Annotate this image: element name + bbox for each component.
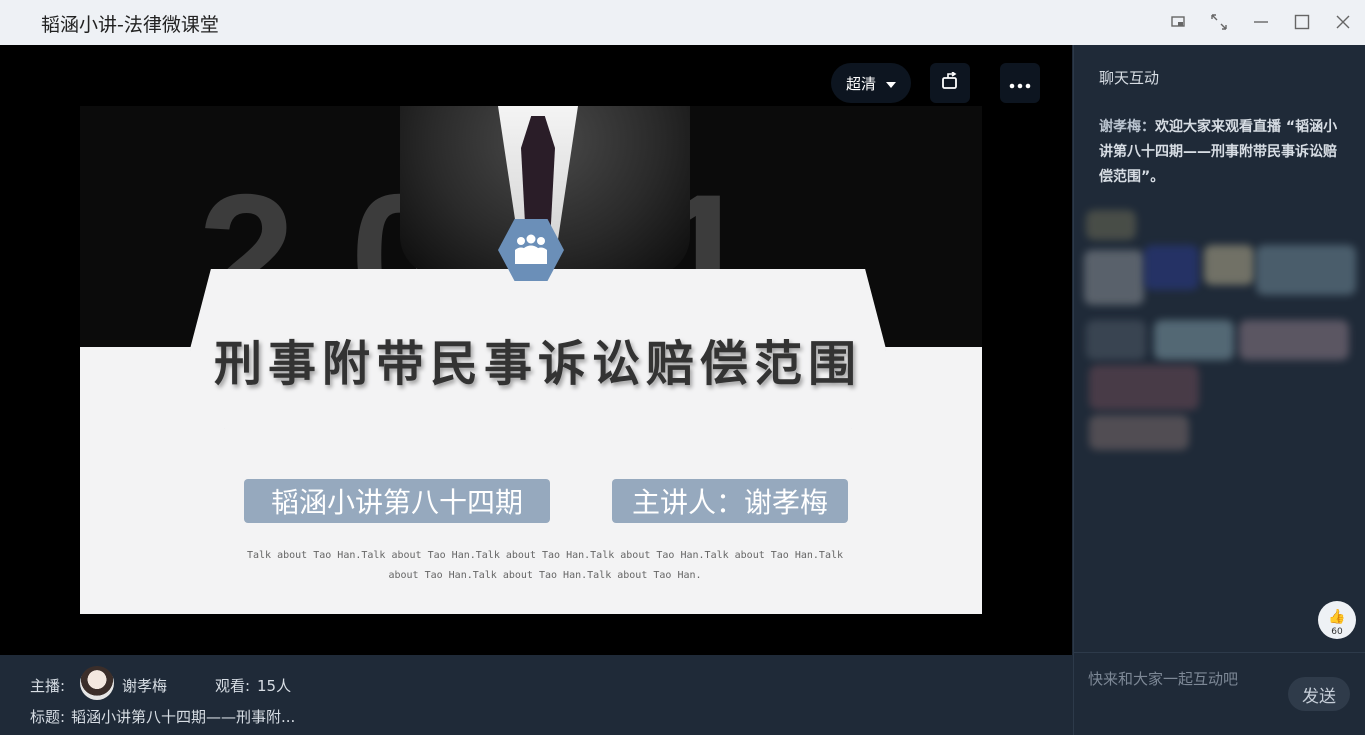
more-options-button[interactable] [1000, 63, 1040, 103]
obscured-chat-region [1089, 415, 1189, 450]
close-button[interactable] [1329, 9, 1357, 35]
title-label: 标题: [30, 708, 66, 726]
obscured-chat-region [1086, 320, 1146, 360]
obscured-chat-region [1239, 320, 1349, 360]
stream-info-bar: 主播: 谢孝梅 观看: 15人 标题: 韬涵小讲第八十四期——刑事附... [0, 655, 1072, 735]
speaker-badge: 主讲人：谢孝梅 [612, 479, 848, 523]
quality-selector[interactable]: 超清 [831, 63, 911, 103]
obscured-chat-region [1086, 210, 1136, 240]
obscured-chat-region [1144, 245, 1199, 290]
minimize-button[interactable] [1247, 9, 1275, 35]
chat-input[interactable]: 快来和大家一起互动吧 [1088, 668, 1238, 689]
like-button[interactable]: 👍 60 [1318, 601, 1356, 639]
chat-message: 谢孝梅：欢迎大家来观看直播 “韬涵小讲第八十四期——刑事附带民事诉讼赔偿范围”。 [1099, 115, 1349, 190]
obscured-chat-region [1256, 245, 1356, 295]
maximize-button[interactable] [1288, 9, 1316, 35]
like-count: 60 [1331, 627, 1343, 637]
viewers-label: 观看: [215, 677, 251, 695]
rotate-icon [940, 71, 960, 94]
expand-icon[interactable] [1205, 9, 1233, 35]
avatar[interactable] [80, 666, 114, 700]
obscured-chat-region [1089, 365, 1199, 410]
send-button[interactable]: 发送 [1288, 677, 1350, 711]
quality-label: 超清 [845, 74, 876, 93]
window-title: 韬涵小讲-法律微课堂 [41, 14, 219, 36]
title-bar: 韬涵小讲-法律微课堂 [0, 0, 1365, 45]
more-icon [1009, 74, 1031, 93]
pin-icon[interactable] [1164, 9, 1192, 35]
obscured-chat-region [1154, 320, 1234, 360]
host-name: 谢孝梅 [122, 677, 168, 695]
caret-down-icon [886, 74, 896, 92]
chat-header: 聊天互动 [1099, 69, 1160, 87]
slide-title: 刑事附带民事诉讼赔偿范围 [213, 336, 862, 392]
obscured-chat-region [1084, 250, 1144, 305]
obscured-chat-region [1204, 245, 1254, 285]
chat-message-author: 谢孝梅： [1099, 119, 1155, 135]
series-badge: 韬涵小讲第八十四期 [244, 479, 550, 523]
stream-title: 韬涵小讲第八十四期——刑事附... [71, 708, 296, 726]
thumbs-up-icon: 👍 [1328, 609, 1346, 625]
slide-tagline: Talk about Tao Han.Talk about Tao Han.Ta… [246, 550, 844, 581]
presentation-slide: 2021 刑事附带民事诉讼赔偿范围 韬涵小讲第八十四期 主讲人：谢孝梅 Talk… [80, 106, 982, 614]
host-label: 主播: [30, 677, 66, 695]
rotate-button[interactable] [930, 63, 970, 103]
viewers-count: 15人 [257, 677, 292, 695]
